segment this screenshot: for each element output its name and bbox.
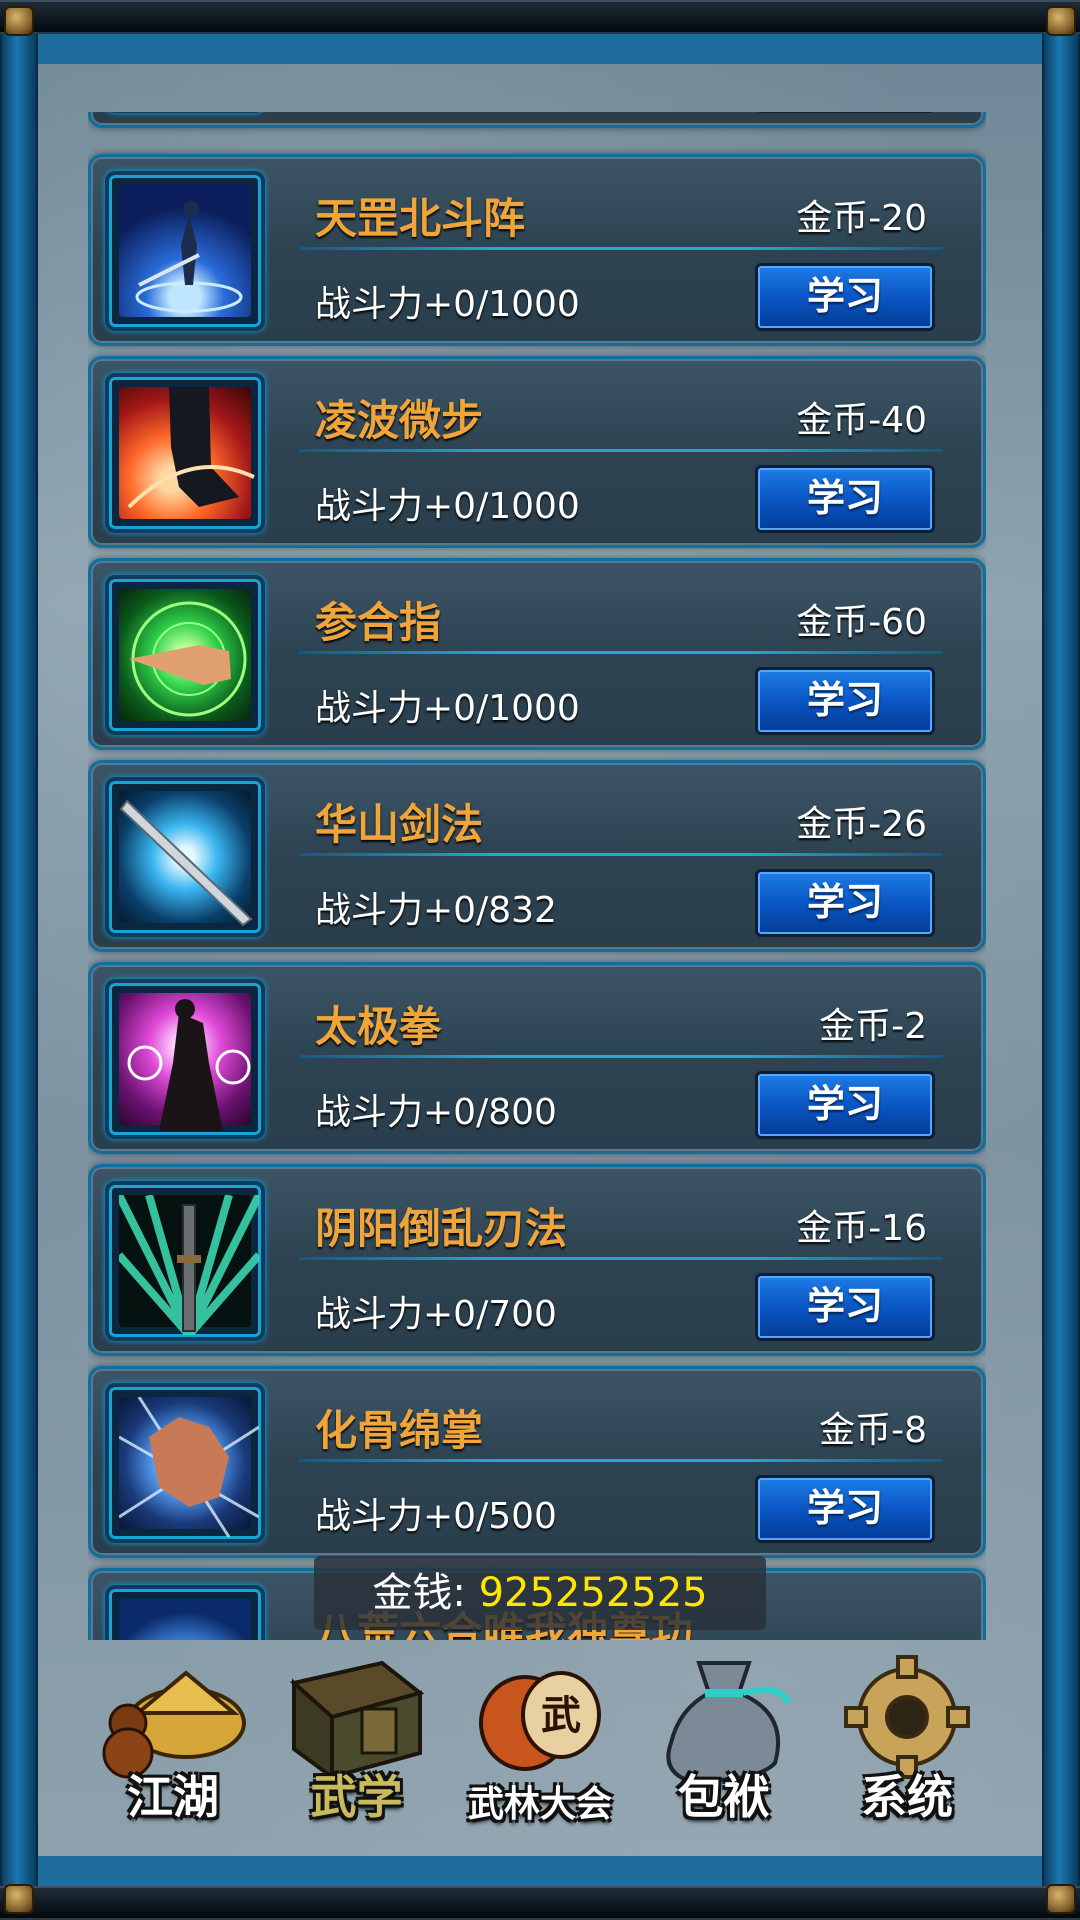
finger-icon — [119, 589, 251, 721]
skill-power: 战斗力+0/832 — [315, 890, 557, 931]
item-divider — [299, 449, 943, 452]
learn-button[interactable]: 学习 — [755, 1071, 935, 1139]
nav-label: 包袱 — [677, 1770, 770, 1824]
skill-name: 太极拳 — [315, 1002, 442, 1051]
skill-cost: 金币-26 — [796, 804, 927, 845]
skill-name: 阴阳倒乱刃法 — [315, 1204, 568, 1253]
money-value: 925252525 — [478, 1570, 708, 1616]
item-divider — [299, 1055, 943, 1058]
nav-label: 武林大会 — [467, 1783, 612, 1825]
item-divider — [299, 247, 943, 250]
skill-item: 凌波微步 金币-40 战斗力+0/1000 学习 — [88, 356, 986, 548]
skill-power: 战斗力+0/1000 — [315, 486, 580, 527]
item-divider — [299, 1257, 943, 1260]
skill-cost: 金币-16 — [796, 1208, 927, 1249]
supreme-art-icon — [119, 1599, 251, 1640]
scroll-rod-right — [1042, 10, 1080, 1910]
nav-jianghu[interactable]: 江湖 — [88, 1643, 258, 1833]
knob-icon — [4, 6, 34, 36]
taiji-icon — [119, 993, 251, 1131]
learn-button[interactable]: 学习 — [755, 869, 935, 937]
skill-item: 华山剑法 金币-26 战斗力+0/832 学习 — [88, 760, 986, 952]
nav-wulin-dahui[interactable]: 武 武林大会 — [455, 1643, 625, 1833]
skill-item — [88, 112, 986, 128]
nav-label: 武学 — [310, 1770, 403, 1824]
bottom-nav: 江湖 武学 武 武林大会 包袱 系统 — [88, 1640, 992, 1836]
sword-icon — [119, 791, 253, 927]
nav-wuxue[interactable]: 武学 — [272, 1643, 442, 1833]
skill-icon-frame — [105, 777, 265, 937]
learn-button[interactable]: 学习 — [755, 667, 935, 735]
skill-power: 战斗力+0/700 — [315, 1294, 557, 1335]
knob-icon — [1046, 6, 1076, 36]
skill-name: 化骨绵掌 — [315, 1406, 484, 1455]
learn-button[interactable]: 学习 — [755, 1475, 935, 1543]
skill-cost: 金币-20 — [796, 198, 927, 239]
formation-icon — [119, 185, 251, 317]
skill-power: 战斗力+0/1000 — [315, 688, 580, 729]
skill-icon-frame — [105, 171, 265, 331]
skill-icon-frame — [105, 979, 265, 1139]
skill-icon-frame — [105, 575, 265, 735]
knob-icon — [4, 1884, 34, 1914]
skill-icon-frame — [105, 1383, 265, 1543]
learn-button[interactable]: 学习 — [755, 1273, 935, 1341]
item-divider — [299, 651, 943, 654]
nav-xitong[interactable]: 系统 — [822, 1643, 992, 1833]
scroll-top-bar — [0, 0, 1080, 36]
skill-item: 参合指 金币-60 战斗力+0/1000 学习 — [88, 558, 986, 750]
item-divider — [299, 1459, 943, 1462]
nav-baofu[interactable]: 包袱 — [639, 1643, 809, 1833]
game-frame: 天罡北斗阵 金币-20 战斗力+0/1000 学习 凌波微步 金币-40 战斗力… — [0, 0, 1080, 1920]
scroll-rod-left — [0, 10, 38, 1910]
skill-cost: 金币-2 — [819, 1006, 927, 1047]
item-divider — [299, 853, 943, 856]
money-display: 金钱: 925252525 — [314, 1556, 766, 1630]
blade-rays-icon — [115, 1193, 261, 1337]
knob-icon — [1046, 1884, 1076, 1914]
skill-item: 阴阳倒乱刃法 金币-16 战斗力+0/700 学习 — [88, 1164, 986, 1356]
skill-cost: 金币-60 — [796, 602, 927, 643]
learn-button[interactable]: 学习 — [755, 263, 935, 331]
nav-label: 江湖 — [127, 1770, 219, 1824]
skill-power: 战斗力+0/1000 — [315, 284, 580, 325]
nav-label: 系统 — [861, 1770, 953, 1824]
svg-text:武: 武 — [541, 1692, 581, 1739]
skill-list[interactable]: 天罡北斗阵 金币-20 战斗力+0/1000 学习 凌波微步 金币-40 战斗力… — [88, 112, 986, 1640]
skill-name: 参合指 — [315, 598, 442, 647]
learn-button[interactable]: 学习 — [755, 465, 935, 533]
skill-name: 华山剑法 — [315, 800, 484, 849]
skill-cost: 金币-40 — [796, 400, 927, 441]
skill-icon-frame — [105, 112, 265, 113]
skill-item: 化骨绵掌 金币-8 战斗力+0/500 学习 — [88, 1366, 986, 1558]
skill-name: 天罡北斗阵 — [315, 194, 526, 243]
skill-power: 战斗力+0/500 — [315, 1496, 557, 1537]
skill-item: 太极拳 金币-2 战斗力+0/800 学习 — [88, 962, 986, 1154]
skill-name: 凌波微步 — [315, 396, 484, 445]
skill-icon-frame — [105, 373, 265, 533]
money-label: 金钱: — [372, 1570, 466, 1616]
skill-power: 战斗力+0/800 — [315, 1092, 557, 1133]
scroll-bottom-bar — [0, 1884, 1080, 1920]
palm-icon — [118, 1396, 260, 1538]
learn-button[interactable] — [755, 112, 935, 113]
drum-icon: 武 — [479, 1671, 601, 1771]
skill-item: 天罡北斗阵 金币-20 战斗力+0/1000 学习 — [88, 154, 986, 346]
swift-step-icon — [119, 387, 255, 519]
skill-icon-frame — [105, 1585, 265, 1640]
skill-icon-frame — [105, 1181, 265, 1341]
skill-cost: 金币-8 — [819, 1410, 927, 1451]
